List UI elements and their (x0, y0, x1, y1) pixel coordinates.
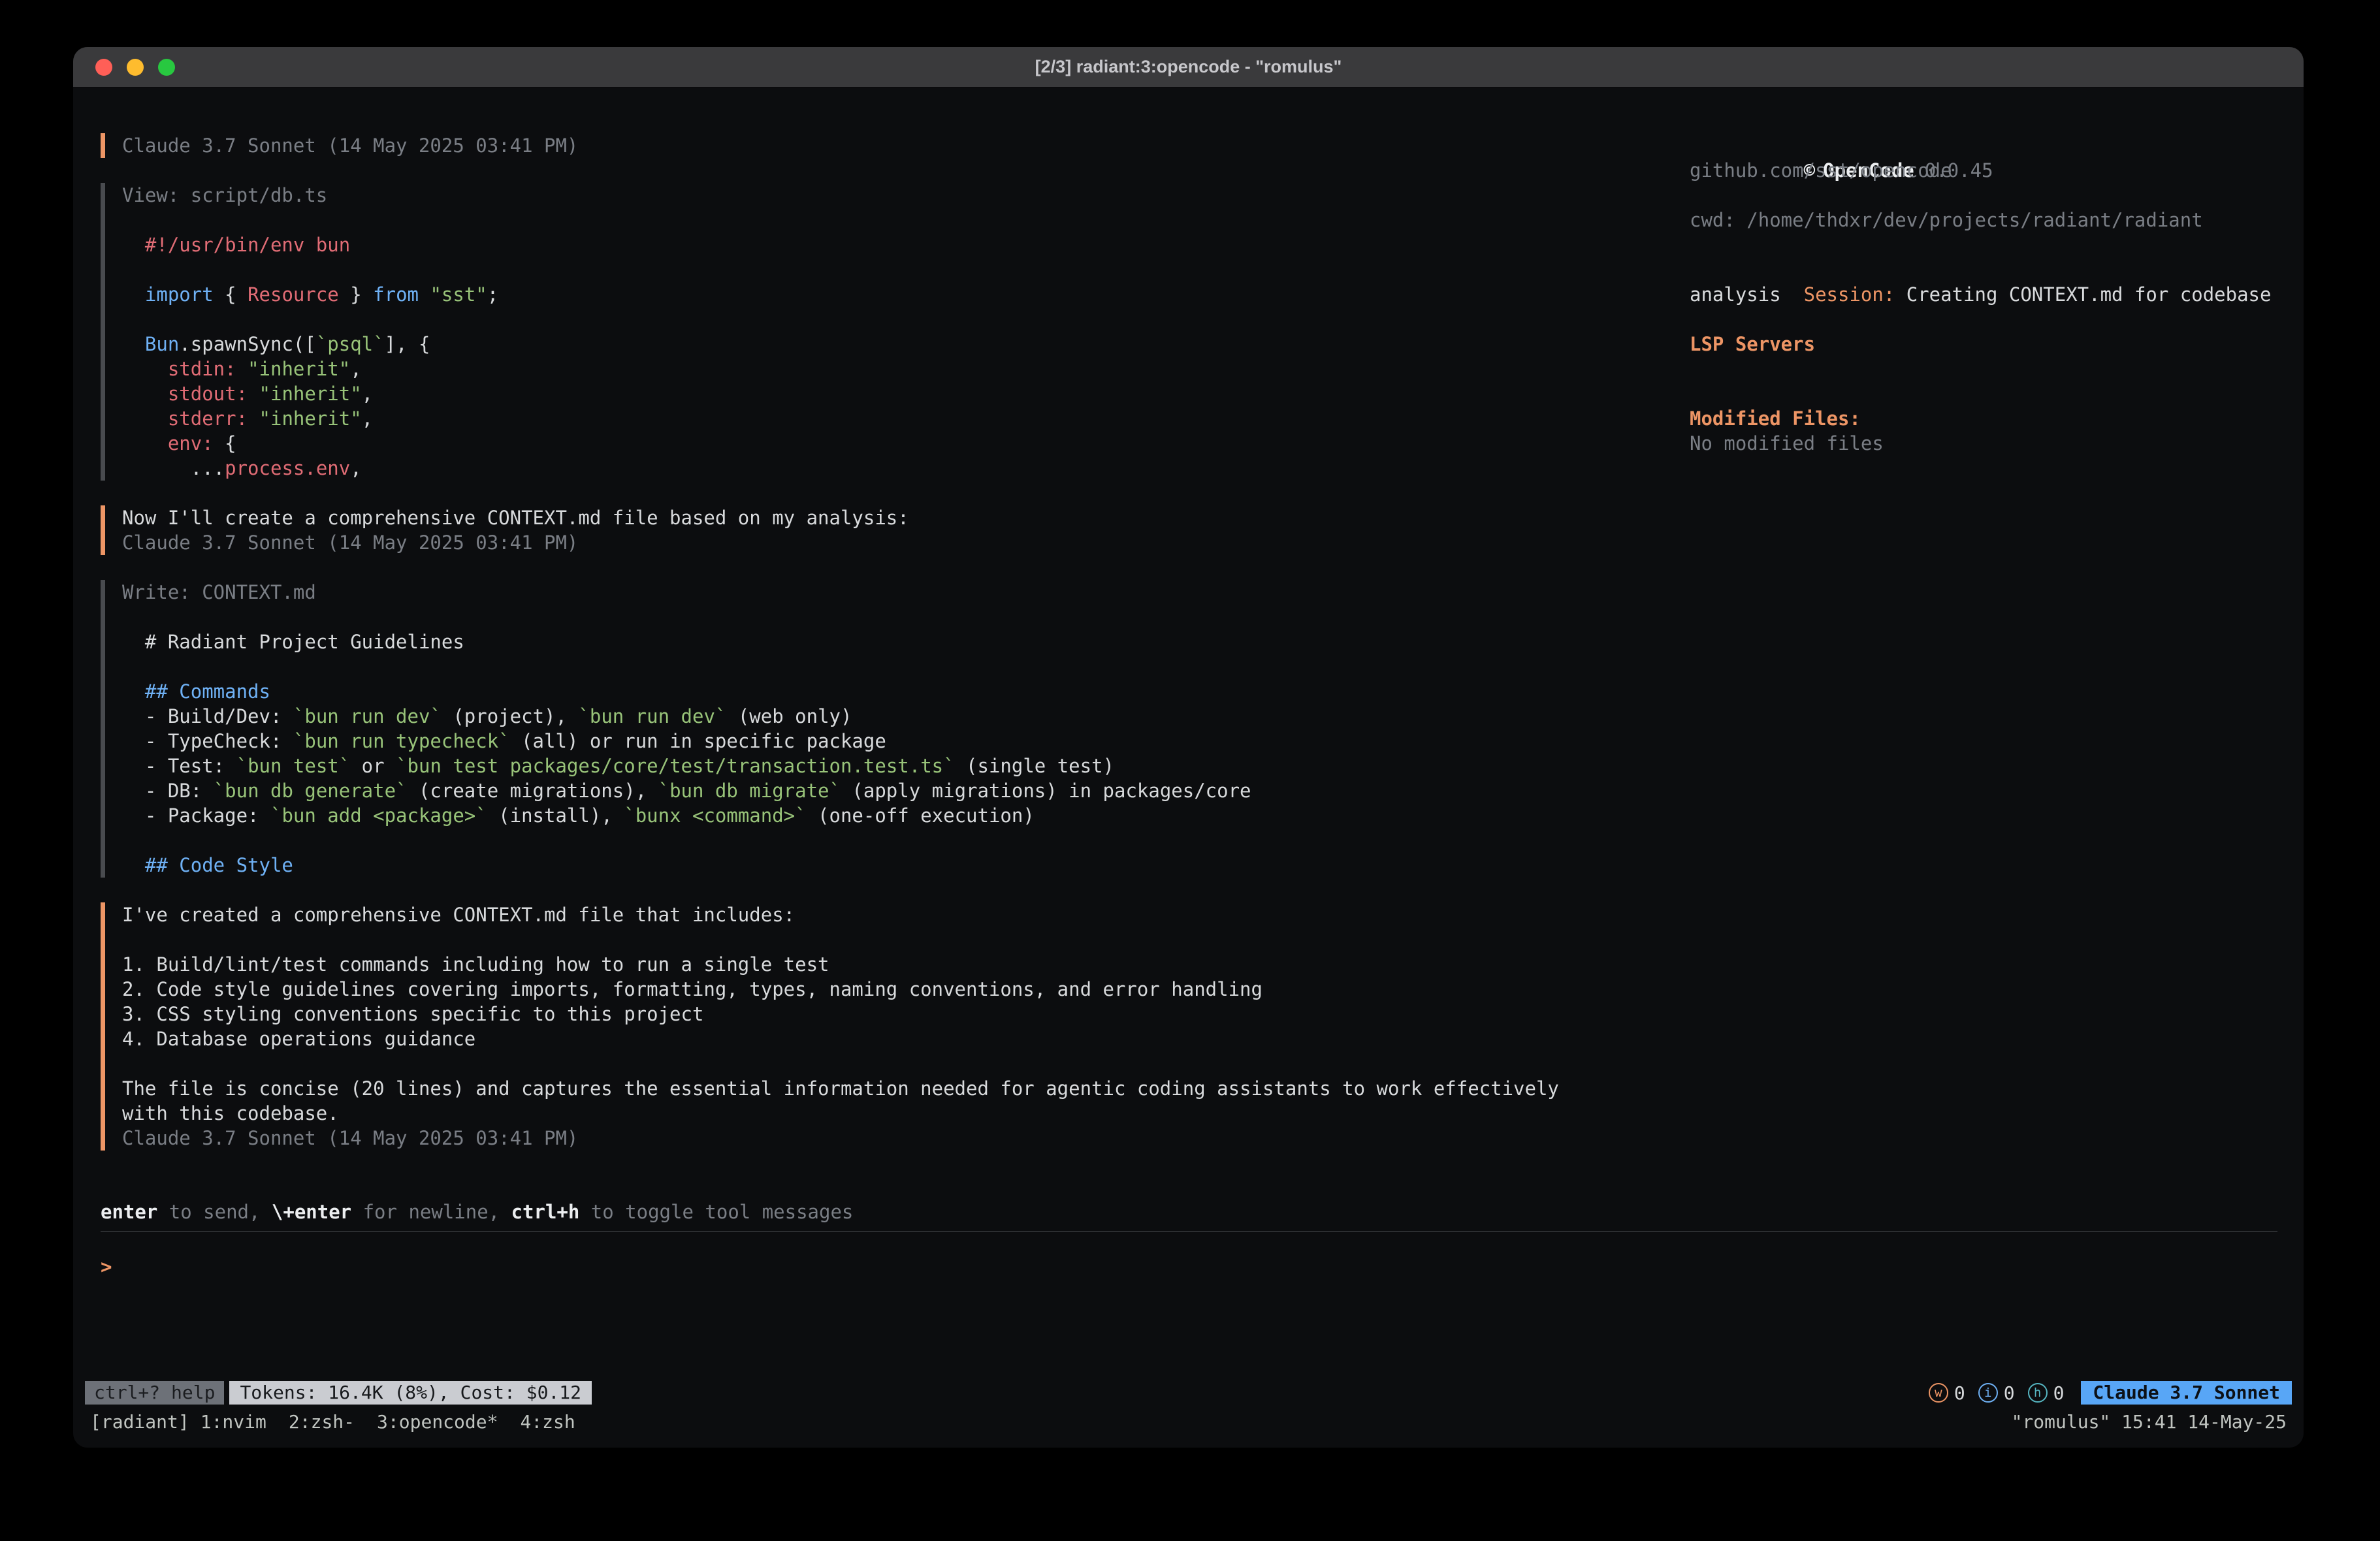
session-title: Creating CONTEXT.md for codebase (1895, 283, 2271, 306)
info-icon: i (1978, 1383, 1998, 1403)
traffic-lights (95, 59, 175, 76)
tmux-clock: "romulus" 15:41 14-May-25 (2012, 1411, 2287, 1433)
tool-block: Write: CONTEXT.md # Radiant Project Guid… (101, 580, 1690, 878)
info-count: 0 (2004, 1382, 2015, 1404)
tmux-window-2zsh[interactable]: 2:zsh- (289, 1411, 355, 1433)
chat-blocks: Claude 3.7 Sonnet (14 May 2025 03:41 PM)… (101, 133, 1690, 1199)
tmux-window-1nvim[interactable]: 1:nvim (201, 1411, 266, 1433)
diagnostic-info-indicator: i0 (1978, 1382, 2015, 1404)
assistant-message-block: Claude 3.7 Sonnet (14 May 2025 03:41 PM) (101, 133, 1690, 158)
assistant-message-block: Now I'll create a comprehensive CONTEXT.… (101, 505, 1690, 555)
close-button[interactable] (95, 59, 112, 76)
sidebar: ©OpenCode0.0.45 github.com/sst/opencode … (1690, 133, 2277, 1199)
session-label: Session: (1804, 283, 1895, 306)
diagnostic-warning-indicator: w0 (1929, 1382, 1965, 1404)
input-hint: enter to send, \+enter for newline, ctrl… (101, 1199, 2277, 1224)
window-title: [2/3] radiant:3:opencode - "romulus" (73, 57, 2304, 77)
tmux-session-name: [radiant] (90, 1411, 189, 1433)
message-input[interactable]: > (101, 1232, 2277, 1378)
status-bar: ctrl+? help Tokens: 16.4K (8%), Cost: $0… (73, 1378, 2304, 1407)
tmux-status-bar: [radiant] 1:nvim 2:zsh- 3:opencode* 4:zsh "r… (73, 1407, 2304, 1436)
minimize-button[interactable] (127, 59, 144, 76)
diagnostics: w0i0h0 (1929, 1382, 2065, 1404)
prompt-symbol: > (101, 1256, 112, 1278)
cwd-line: cwd: /home/thdxr/dev/projects/radiant/ra… (1690, 208, 2277, 232)
tmux-windows: 1:nvim 2:zsh- 3:opencode* 4:zsh (189, 1411, 575, 1433)
lsp-servers-heading: LSP Servers (1690, 332, 2277, 357)
terminal-window: [2/3] radiant:3:opencode - "romulus" Cla… (73, 47, 2304, 1448)
model-badge: Claude 3.7 Sonnet (2081, 1381, 2292, 1405)
session-line: Session: Creating CONTEXT.md for codebas… (1690, 257, 2277, 282)
diagnostic-hint-indicator: h0 (2028, 1382, 2065, 1404)
hint-count: 0 (2053, 1382, 2065, 1404)
window-titlebar[interactable]: [2/3] radiant:3:opencode - "romulus" (73, 47, 2304, 87)
tokens-cost-chip: Tokens: 16.4K (8%), Cost: $0.12 (229, 1381, 592, 1405)
terminal-content: Claude 3.7 Sonnet (14 May 2025 03:41 PM)… (73, 87, 2304, 1378)
zoom-button[interactable] (158, 59, 175, 76)
main-area: Claude 3.7 Sonnet (14 May 2025 03:41 PM)… (101, 133, 2277, 1199)
assistant-message-block: I've created a comprehensive CONTEXT.md … (101, 902, 1690, 1151)
warning-count: 0 (1954, 1382, 1965, 1404)
modified-files-empty: No modified files (1690, 431, 2277, 456)
tool-block: View: script/db.ts #!/usr/bin/env bun im… (101, 183, 1690, 481)
hint-icon: h (2028, 1383, 2048, 1403)
tmux-window-4zsh[interactable]: 4:zsh (520, 1411, 575, 1433)
modified-files-heading: Modified Files: (1690, 406, 2277, 431)
warning-icon: w (1929, 1383, 1948, 1403)
help-hint-chip: ctrl+? help (85, 1381, 224, 1405)
tmux-window-3opencode[interactable]: 3:opencode* (377, 1411, 498, 1433)
opencode-header: ©OpenCode0.0.45 (1690, 133, 2277, 158)
